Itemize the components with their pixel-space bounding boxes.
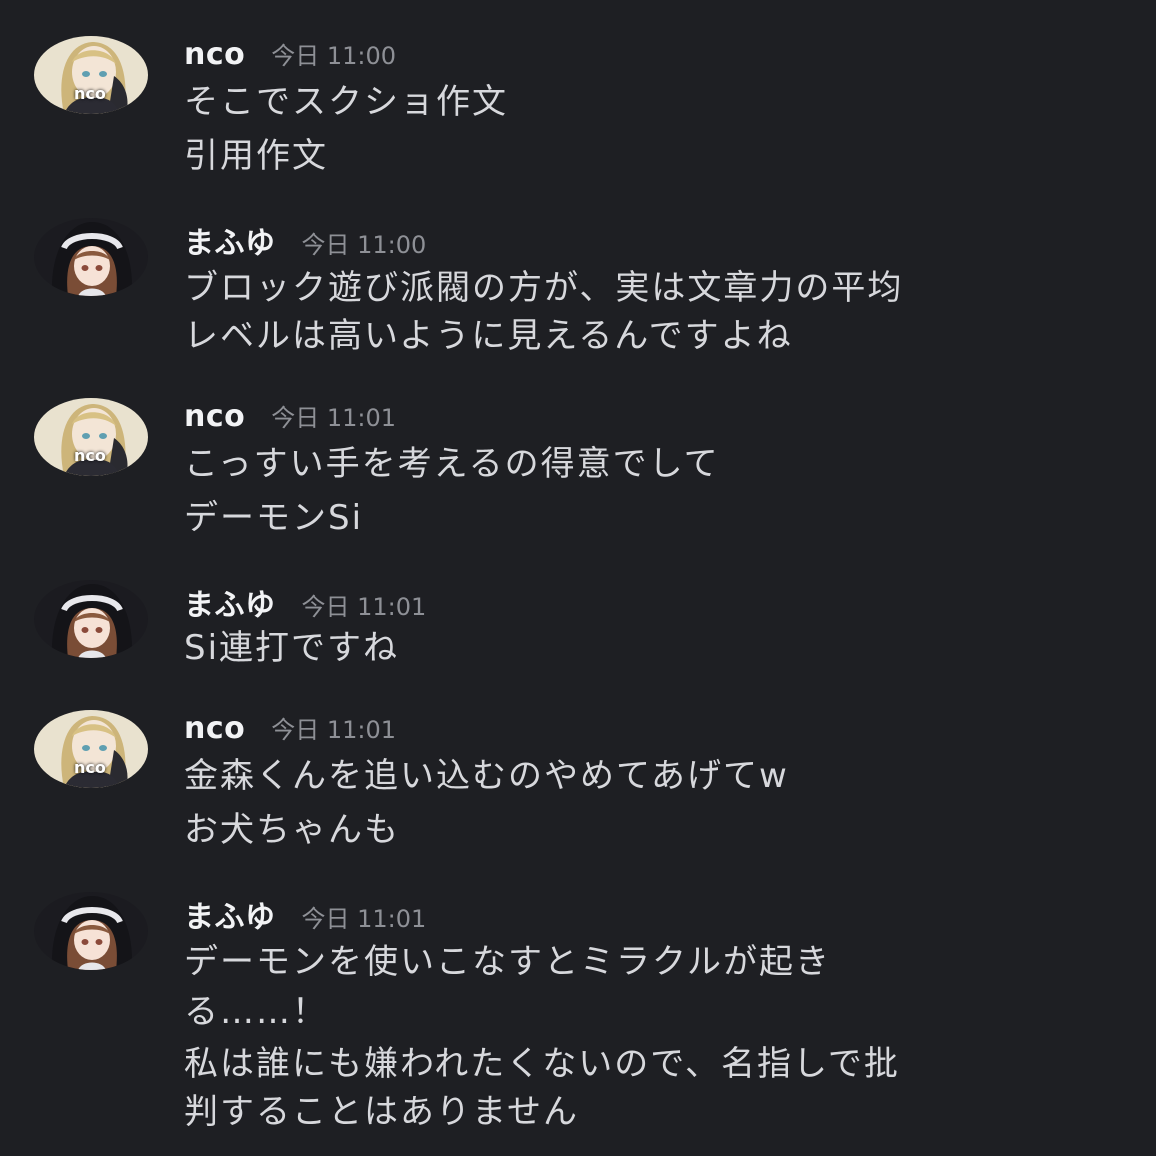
- message-line: レベルは高いように見えるんですよね: [184, 316, 793, 356]
- timestamp: 今日 11:01: [301, 905, 427, 933]
- mafuyu-avatar[interactable]: [34, 892, 148, 970]
- avatar-text: nco: [74, 446, 106, 465]
- timestamp: 今日 11:01: [301, 593, 427, 621]
- message-line: 金森くんを追い込むのやめてあげてw: [184, 756, 789, 796]
- username[interactable]: まふゆ: [184, 580, 276, 624]
- message-line: ブロック遊び派閥の方が、実は文章力の平均: [184, 268, 904, 308]
- username[interactable]: nco: [184, 399, 245, 434]
- message-line: そこでスクショ作文: [184, 82, 508, 122]
- message-header: nco 今日 11:01: [184, 710, 396, 750]
- message-line: 引用作文: [184, 136, 328, 176]
- message-line: こっすい手を考えるの得意でして: [184, 444, 720, 484]
- nco-avatar[interactable]: nco: [34, 710, 148, 788]
- nco-avatar[interactable]: nco: [34, 36, 148, 114]
- timestamp: 今日 11:01: [271, 404, 397, 432]
- message-header: まふゆ 今日 11:01: [184, 580, 427, 623]
- timestamp: 今日 11:01: [271, 716, 397, 744]
- mafuyu-avatar[interactable]: [34, 218, 148, 296]
- avatar-text: nco: [74, 758, 106, 777]
- message-line: お犬ちゃんも: [184, 810, 400, 850]
- message-header: nco 今日 11:01: [184, 398, 396, 438]
- message-header: まふゆ 今日 11:00: [184, 218, 427, 261]
- username[interactable]: nco: [184, 37, 245, 72]
- username[interactable]: まふゆ: [184, 218, 276, 262]
- message-line: Si連打ですね: [184, 628, 400, 668]
- message-line: る……！: [184, 992, 328, 1032]
- username[interactable]: nco: [184, 711, 245, 746]
- mafuyu-avatar[interactable]: [34, 580, 148, 658]
- message-header: nco 今日 11:00: [184, 36, 396, 76]
- timestamp: 今日 11:00: [301, 231, 427, 259]
- chat-message-list: nco nco 今日 11:00 そこでスクショ作文 引用作文 まふゆ 今日 1…: [0, 0, 1156, 1156]
- message-line: 私は誰にも嫌われたくないので、名指しで批: [184, 1044, 900, 1084]
- nco-avatar[interactable]: nco: [34, 398, 148, 476]
- message-line: デーモンを使いこなすとミラクルが起き: [184, 942, 831, 982]
- message-line: 判することはありません: [184, 1092, 579, 1132]
- message-line: デーモンSi: [184, 498, 364, 538]
- username[interactable]: まふゆ: [184, 892, 276, 936]
- timestamp: 今日 11:00: [271, 42, 397, 70]
- message-header: まふゆ 今日 11:01: [184, 892, 427, 935]
- avatar-text: nco: [74, 84, 106, 103]
